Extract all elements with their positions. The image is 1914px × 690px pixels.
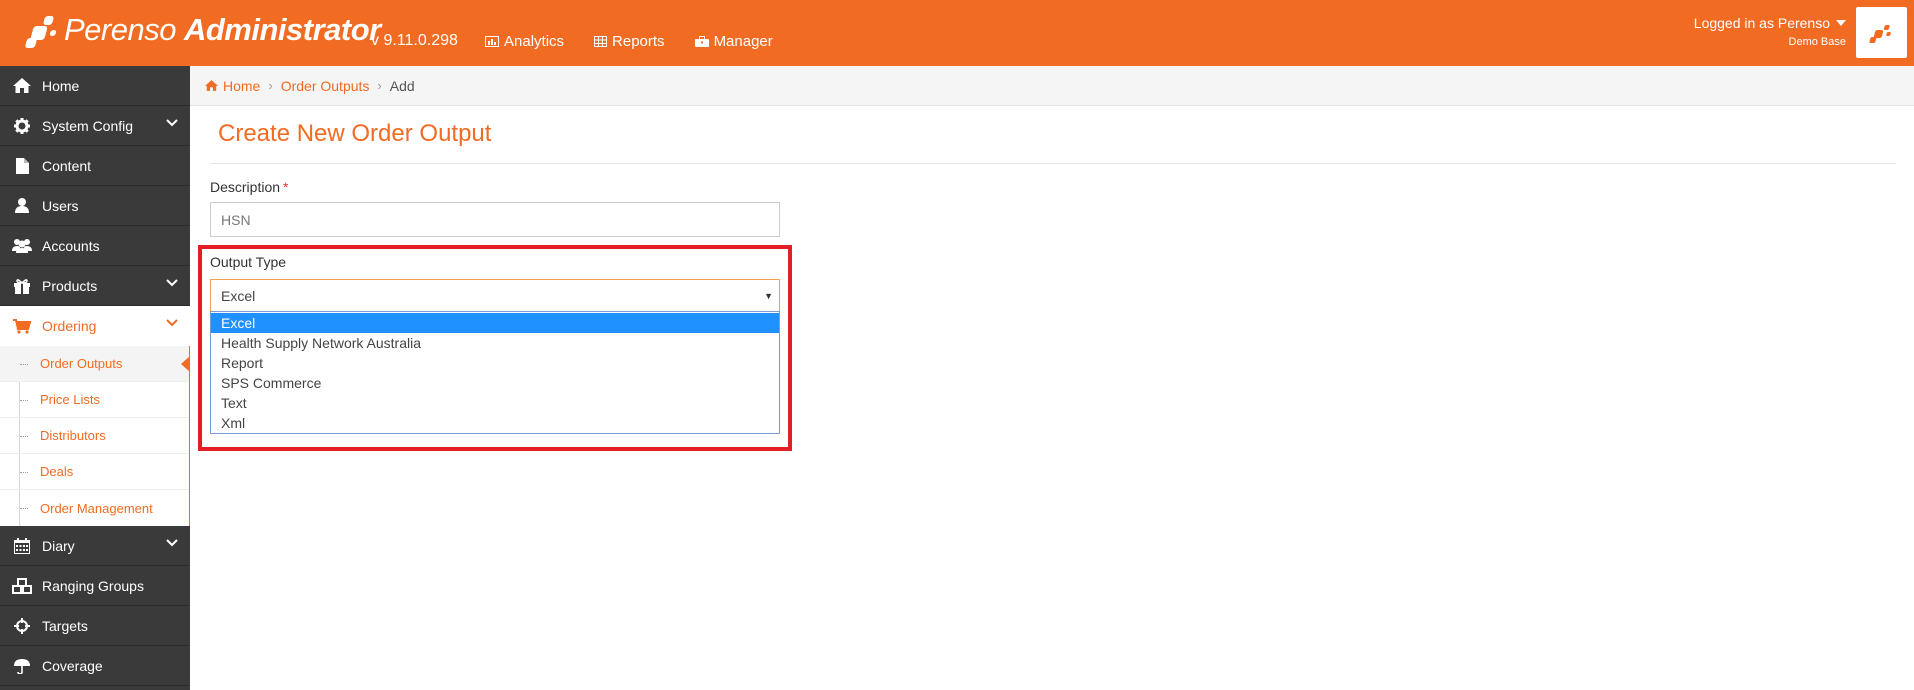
cubes-icon	[12, 577, 32, 594]
chevron-down-icon	[166, 539, 178, 547]
sidebar-item-label: Targets	[42, 617, 88, 634]
sidebar-item-label: Diary	[42, 537, 75, 554]
nav-reports[interactable]: Reports	[594, 33, 665, 50]
perenso-mark-icon	[1868, 24, 1891, 43]
caret-down-icon	[1836, 20, 1846, 26]
sidebar-item-label: Products	[42, 277, 98, 294]
sidebar-item-products[interactable]: Products	[0, 266, 190, 306]
briefcase-icon	[694, 36, 709, 47]
breadcrumb-current: Add	[389, 77, 415, 94]
chevron-down-icon	[166, 319, 178, 327]
chevron-down-icon	[166, 279, 178, 287]
cart-icon	[13, 318, 31, 334]
sidebar-item-diary[interactable]: Diary	[0, 526, 190, 566]
page-title: Create New Order Output	[218, 120, 492, 147]
crosshair-icon	[14, 617, 30, 634]
sidebar-item-accounts[interactable]: Accounts	[0, 226, 190, 266]
option-sps-commerce[interactable]: SPS Commerce	[211, 373, 779, 393]
output-type-selected-value: Excel	[221, 287, 256, 304]
submenu-item-price-lists[interactable]: Price Lists	[0, 382, 189, 418]
file-icon	[15, 157, 29, 174]
user-menu[interactable]: Logged in as Perenso Demo Base	[1694, 15, 1846, 48]
output-type-label: Output Type	[210, 254, 287, 270]
sidebar-item-label: Coverage	[42, 657, 103, 674]
breadcrumb-separator-icon: ›	[377, 78, 382, 93]
output-type-options: Excel Health Supply Network Australia Re…	[210, 311, 780, 434]
sidebar-item-home[interactable]: Home	[0, 66, 190, 106]
submenu-item-distributors[interactable]: Distributors	[0, 418, 189, 454]
required-marker: *	[283, 179, 289, 195]
sidebar: Home System Config Content Users Account…	[0, 66, 190, 690]
sidebar-item-targets[interactable]: Targets	[0, 606, 190, 646]
output-type-select[interactable]: Excel ▼	[210, 279, 780, 312]
brand-name: Perenso	[64, 12, 176, 47]
chart-icon	[485, 36, 499, 47]
breadcrumb-separator-icon: ›	[268, 78, 273, 93]
perenso-logo[interactable]: Perenso Administrator	[24, 10, 381, 50]
description-label: Description *	[210, 179, 288, 195]
perenso-logo-icon	[24, 10, 62, 50]
sidebar-item-coverage[interactable]: Coverage	[0, 646, 190, 686]
sidebar-item-label: Ordering	[42, 318, 97, 334]
breadcrumb-home-label: Home	[223, 77, 261, 94]
table-icon	[594, 36, 608, 47]
users-icon	[12, 239, 32, 253]
gear-icon	[14, 117, 30, 134]
sidebar-item-system-config[interactable]: System Config	[0, 106, 190, 146]
submenu-item-order-outputs[interactable]: Order Outputs	[0, 346, 190, 382]
avatar[interactable]	[1856, 7, 1907, 58]
sidebar-item-ranging-groups[interactable]: Ranging Groups	[0, 566, 190, 606]
breadcrumb-order-outputs[interactable]: Order Outputs	[281, 78, 370, 94]
umbrella-icon	[14, 658, 30, 674]
sidebar-item-ordering[interactable]: Ordering	[0, 306, 190, 346]
nav-manager[interactable]: Manager	[694, 33, 773, 50]
brand-suffix: Administrator	[183, 12, 381, 47]
option-xml[interactable]: Xml	[211, 413, 779, 433]
title-divider	[210, 163, 1896, 164]
nav-analytics[interactable]: Analytics	[485, 33, 564, 50]
nav-reports-label: Reports	[612, 33, 665, 50]
ordering-submenu: Order Outputs Price Lists Distributors D…	[0, 346, 190, 526]
sidebar-item-label: Accounts	[42, 237, 100, 254]
description-input[interactable]	[210, 202, 780, 237]
sidebar-item-users[interactable]: Users	[0, 186, 190, 226]
sidebar-item-label: System Config	[42, 117, 134, 134]
dropdown-arrow-icon: ▼	[764, 291, 773, 301]
sidebar-item-label: Home	[42, 77, 80, 94]
logged-in-label: Logged in as Perenso	[1693, 15, 1830, 31]
top-header: Perenso Administrator v 9.11.0.298 Analyt…	[0, 0, 1914, 66]
chevron-down-icon	[166, 119, 178, 127]
sidebar-item-content[interactable]: Content	[0, 146, 190, 186]
submenu-item-order-management[interactable]: Order Management	[0, 490, 189, 526]
user-icon	[15, 198, 29, 213]
option-excel[interactable]: Excel	[211, 313, 779, 333]
version-label: v 9.11.0.298	[371, 32, 458, 49]
calendar-icon	[14, 537, 30, 554]
sidebar-item-label: Content	[42, 157, 92, 174]
breadcrumb-home[interactable]: Home	[205, 78, 260, 94]
option-text[interactable]: Text	[211, 393, 779, 413]
home-icon	[13, 78, 31, 93]
nav-manager-label: Manager	[713, 33, 773, 50]
gift-icon	[14, 278, 30, 294]
submenu-item-deals[interactable]: Deals	[0, 454, 189, 490]
home-icon	[205, 80, 218, 91]
top-nav: Analytics Reports Manager	[485, 33, 773, 50]
breadcrumb: Home › Order Outputs › Add	[190, 66, 1914, 106]
option-report[interactable]: Report	[211, 353, 779, 373]
nav-analytics-label: Analytics	[504, 33, 565, 50]
sidebar-item-label: Ranging Groups	[42, 577, 144, 594]
database-name: Demo Base	[1788, 36, 1846, 48]
description-label-text: Description	[210, 179, 281, 195]
option-health-supply-network-australia[interactable]: Health Supply Network Australia	[211, 333, 779, 353]
sidebar-item-label: Users	[42, 197, 79, 214]
